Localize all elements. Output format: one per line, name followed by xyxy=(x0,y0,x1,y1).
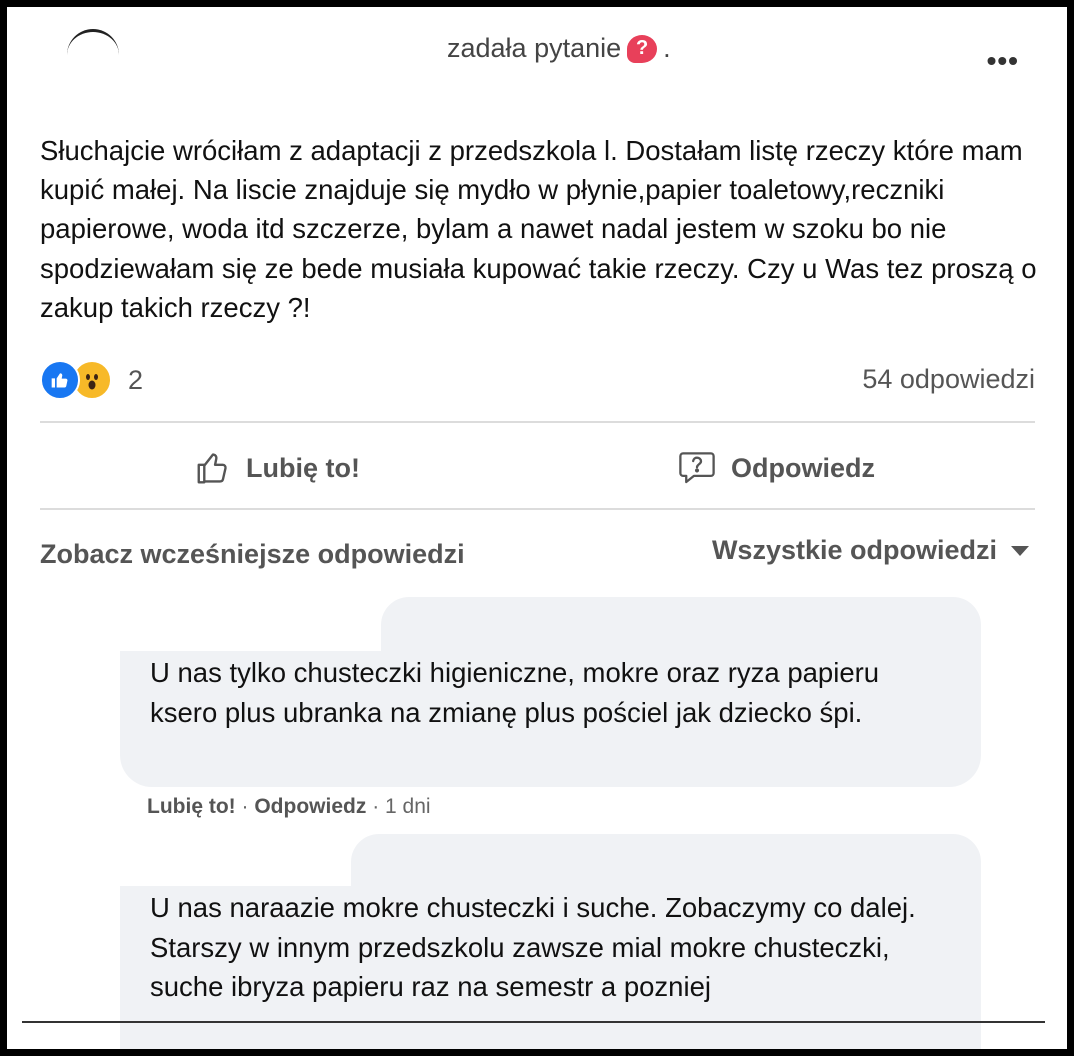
post-body: Słuchajcie wróciłam z adaptacji z przeds… xyxy=(40,135,1037,323)
like-button-label: Lubię to! xyxy=(246,452,360,483)
comment-like-link[interactable]: Lubię to! xyxy=(147,795,236,818)
comment-bubble-top xyxy=(351,834,981,894)
author-avatar[interactable] xyxy=(67,29,119,81)
thumbs-up-icon xyxy=(197,453,227,484)
bottom-edge-line xyxy=(22,1021,1045,1023)
like-reaction-icon xyxy=(40,360,80,400)
post-header: zadała pytanie ? . xyxy=(447,33,671,64)
view-earlier-answers-link[interactable]: Zobacz wcześniejsze odpowiedzi xyxy=(40,539,465,570)
caret-down-icon xyxy=(1011,545,1029,556)
answer-button[interactable]: Odpowiedz xyxy=(677,449,875,487)
more-options-icon[interactable]: ••• xyxy=(987,45,1019,77)
divider xyxy=(40,508,1035,510)
answer-button-label: Odpowiedz xyxy=(731,452,875,483)
comment-bubble: U nas tylko chusteczki higieniczne, mokr… xyxy=(120,651,981,787)
meta-separator: · xyxy=(372,795,380,818)
comment-bubble-top xyxy=(381,597,981,657)
like-button[interactable]: Lubię to! xyxy=(194,449,360,487)
comment-actions: Lubię to! · Odpowiedz · 1 dni xyxy=(147,795,431,819)
comment-text: U nas tylko chusteczki higieniczne, mokr… xyxy=(150,657,880,728)
meta-separator: · xyxy=(241,795,249,818)
post-card: zadała pytanie ? . ••• Słuchajcie wrócił… xyxy=(7,7,1067,1049)
answers-count[interactable]: 54 odpowiedzi xyxy=(862,364,1035,395)
reaction-count: 2 xyxy=(128,364,144,395)
header-separator: . xyxy=(663,33,671,63)
comment-reply-link[interactable]: Odpowiedz xyxy=(254,795,366,818)
divider xyxy=(40,421,1035,423)
question-bubble-icon xyxy=(679,452,715,484)
answers-filter-dropdown[interactable]: Wszystkie odpowiedzi xyxy=(712,535,1029,566)
header-text: zadała pytanie xyxy=(447,33,622,63)
comment-text: U nas naraazie mokre chusteczki i suche.… xyxy=(150,892,916,1002)
reactions-summary[interactable]: 2 xyxy=(40,360,143,400)
question-icon: ? xyxy=(627,34,658,63)
comment-bubble: U nas naraazie mokre chusteczki i suche.… xyxy=(120,886,981,1049)
answers-filter-label: Wszystkie odpowiedzi xyxy=(711,535,997,565)
comment-timestamp: 1 dni xyxy=(385,795,431,818)
